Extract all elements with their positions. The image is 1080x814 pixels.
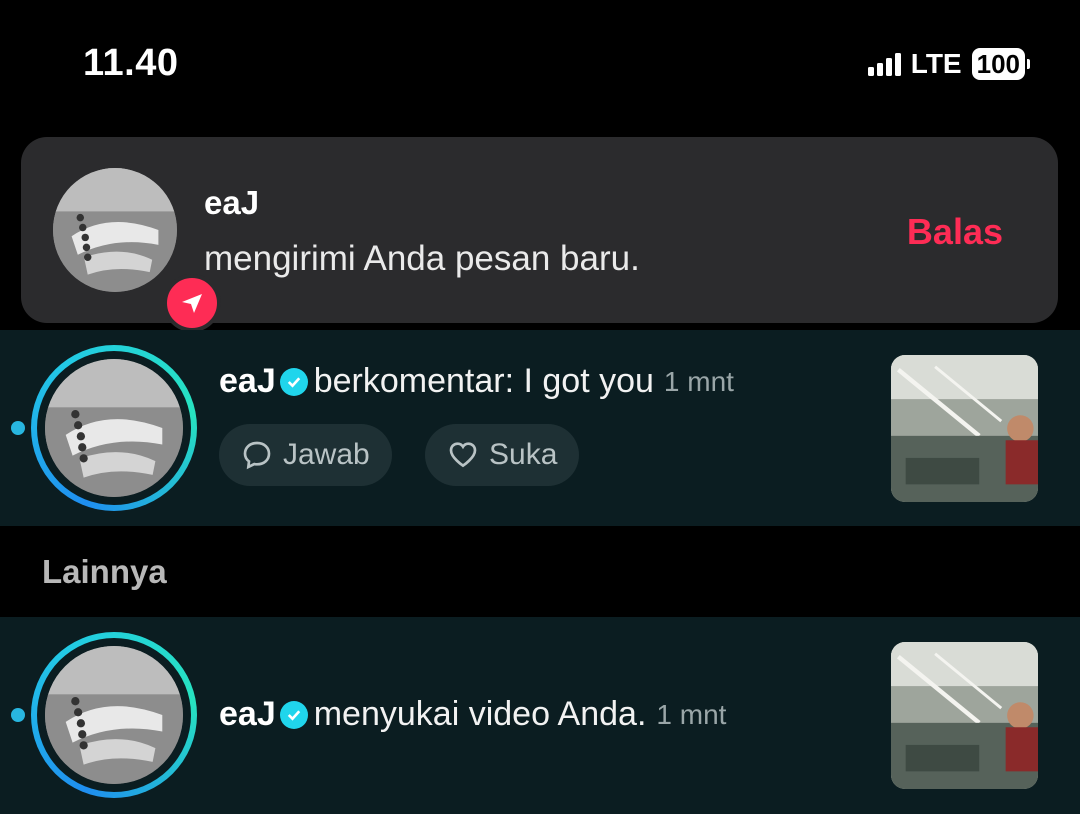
activity-text: eaJ menyukai video Anda. 1 mnt [219, 695, 726, 734]
verified-badge-icon [279, 367, 308, 396]
verified-badge-icon [279, 700, 308, 729]
activity-row-comment[interactable]: eaJ berkomentar: I got you 1 mnt Jawab S… [0, 330, 1080, 526]
sender-avatar[interactable] [53, 168, 221, 332]
reply-label: Jawab [283, 438, 370, 471]
status-time: 11.40 [83, 42, 179, 84]
avatar-image [45, 646, 183, 784]
username[interactable]: eaJ [219, 695, 276, 734]
heart-icon [449, 442, 477, 468]
unread-dot [11, 708, 25, 722]
activity-message: menyukai video Anda. [313, 695, 647, 733]
banner-message: mengirimi Anda pesan baru. [204, 239, 640, 278]
like-label: Suka [489, 438, 558, 471]
activity-text: eaJ berkomentar: I got you 1 mnt [219, 362, 734, 401]
reply-comment-button[interactable]: Jawab [219, 424, 392, 486]
thumbnail-image [891, 642, 1038, 789]
paper-plane-icon [163, 274, 221, 332]
network-label: LTE [910, 48, 962, 79]
activity-row-like[interactable]: eaJ menyukai video Anda. 1 mnt [0, 617, 1080, 814]
user-avatar-story-ring[interactable] [31, 632, 197, 798]
like-comment-button[interactable]: Suka [425, 424, 580, 486]
unread-dot [11, 421, 25, 435]
avatar-image [53, 168, 177, 292]
battery-icon: 100 [971, 48, 1030, 80]
user-avatar-story-ring[interactable] [31, 345, 197, 511]
message-notification-banner[interactable]: eaJ mengirimi Anda pesan baru. Balas [21, 137, 1058, 332]
banner-sender: eaJ [204, 184, 260, 221]
section-label-others: Lainnya [42, 553, 167, 590]
signal-icon [867, 52, 901, 76]
thumbnail-image [891, 355, 1038, 502]
comment-bubble-icon [243, 441, 271, 470]
status-indicators: LTE 100 [867, 48, 1030, 80]
username[interactable]: eaJ [219, 362, 276, 401]
activity-message: berkomentar: I got you [313, 362, 654, 400]
video-thumbnail[interactable] [891, 355, 1038, 502]
activity-time: 1 mnt [656, 698, 727, 730]
reply-button[interactable]: Balas [907, 211, 1003, 253]
activity-time: 1 mnt [663, 365, 734, 397]
avatar-image [45, 359, 183, 497]
video-thumbnail[interactable] [891, 642, 1038, 789]
battery-level: 100 [971, 48, 1025, 80]
